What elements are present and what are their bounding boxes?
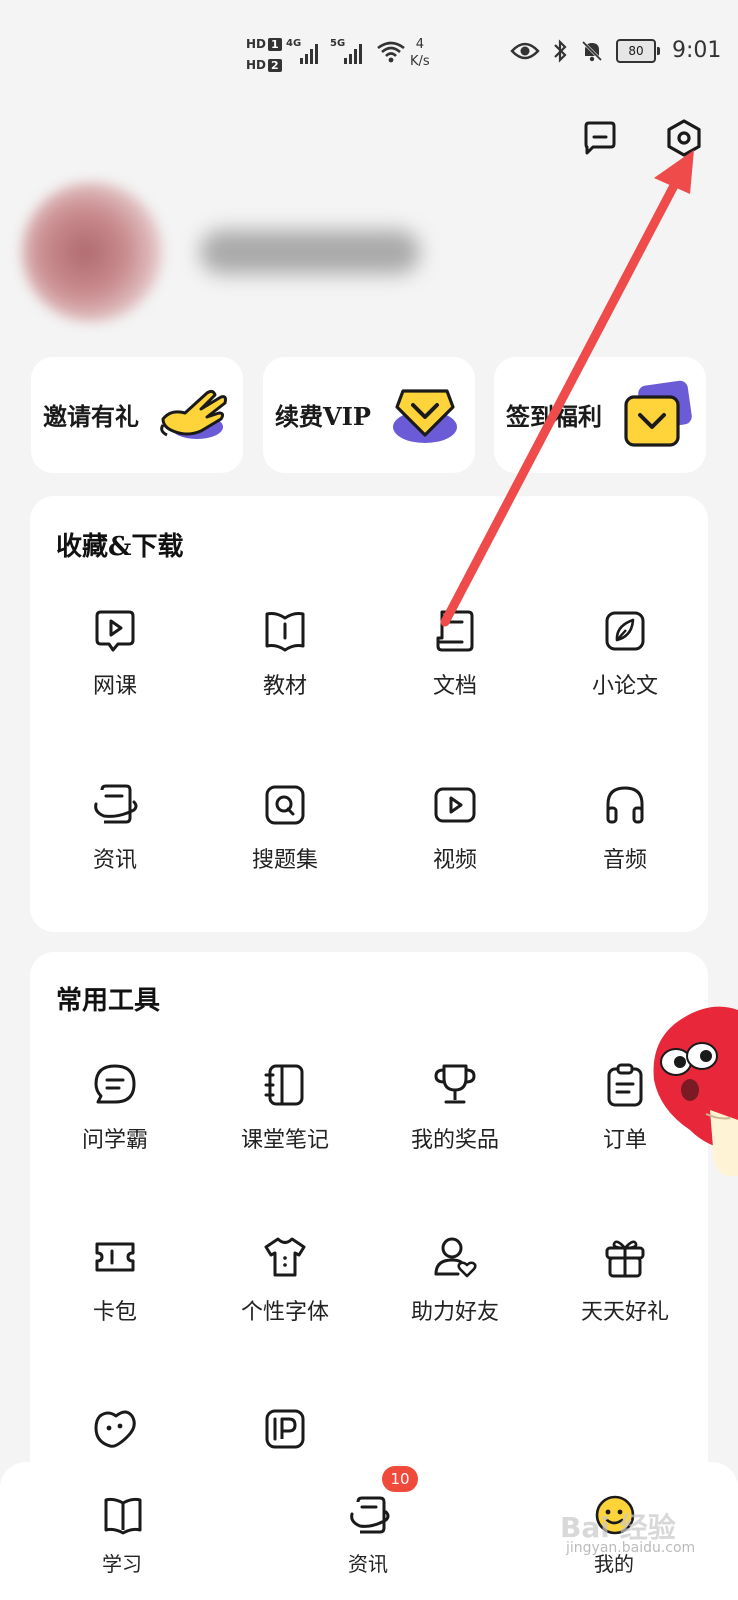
grid-item-label: 教材 bbox=[262, 674, 307, 699]
grid-item-label: 天天好礼 bbox=[580, 1300, 669, 1325]
grid-item-label: 课堂笔记 bbox=[240, 1128, 329, 1153]
grid-item-document[interactable]: 文档 bbox=[370, 608, 540, 728]
grid-item-question-set[interactable]: 搜题集 bbox=[200, 782, 370, 902]
promo-checkin[interactable]: 签到福利 bbox=[494, 357, 706, 473]
sim1-label: 1 bbox=[268, 38, 282, 51]
grid-item-label: 卡包 bbox=[92, 1300, 137, 1325]
sim2-label: 2 bbox=[268, 59, 282, 72]
headphones-icon bbox=[606, 786, 644, 824]
grid-item-my-prizes[interactable]: 我的奖品 bbox=[370, 1062, 540, 1182]
grid-item-label: 问学霸 bbox=[81, 1128, 148, 1153]
grid-item-custom-font[interactable]: 个性字体 bbox=[200, 1234, 370, 1354]
book-icon bbox=[265, 612, 305, 652]
promo-vip[interactable]: 续费VIP bbox=[263, 357, 475, 473]
eye-icon bbox=[510, 42, 540, 59]
net1-label: 4G bbox=[286, 38, 302, 49]
collect-card: 收藏&下载 网课 教材 文档 小论文 资讯 搜题集 视频 音频 bbox=[30, 496, 708, 932]
bluetooth-icon bbox=[554, 38, 567, 63]
sim-indicators: HD 1 HD 2 bbox=[246, 34, 282, 76]
tab-study-label: 学习 bbox=[102, 1552, 142, 1576]
speed-unit: K/s bbox=[410, 54, 430, 69]
grid-item-class-notes[interactable]: 课堂笔记 bbox=[200, 1062, 370, 1182]
search-question-icon bbox=[265, 785, 305, 825]
vip-badge-icon bbox=[393, 389, 457, 443]
grid-item-label: 视频 bbox=[432, 848, 477, 873]
tshirt-icon bbox=[264, 1237, 306, 1277]
settings-icon[interactable] bbox=[664, 118, 704, 158]
hd2-label: HD bbox=[246, 58, 267, 72]
promo-invite[interactable]: 邀请有礼 bbox=[31, 357, 243, 473]
wifi-icon bbox=[377, 41, 405, 63]
waving-hand-icon bbox=[160, 389, 227, 439]
user-heart-icon bbox=[434, 1237, 477, 1278]
battery-indicator: 80 bbox=[616, 38, 660, 63]
chat-icon bbox=[94, 1064, 136, 1104]
profile-header[interactable] bbox=[0, 158, 440, 338]
checkin-card-icon bbox=[624, 380, 692, 447]
net2-label: 5G bbox=[330, 38, 346, 49]
promo-invite-label: 邀请有礼 bbox=[43, 402, 139, 431]
grid-item-ask-expert[interactable]: 问学霸 bbox=[30, 1062, 200, 1182]
network-speed: 4 K/s bbox=[410, 36, 430, 70]
book-tab-icon bbox=[104, 1497, 142, 1535]
tab-news[interactable]: 资讯 bbox=[308, 1486, 428, 1596]
speed-value: 4 bbox=[415, 37, 424, 52]
grid-item-label: 音频 bbox=[602, 848, 647, 873]
grid-item-label: 网课 bbox=[92, 674, 137, 699]
news-badge: 10 bbox=[382, 1466, 418, 1492]
tab-study[interactable]: 学习 bbox=[62, 1486, 182, 1596]
grid-item-textbook[interactable]: 教材 bbox=[200, 608, 370, 728]
document-icon bbox=[436, 610, 474, 652]
bell-off-icon bbox=[581, 40, 603, 61]
pen-icon bbox=[605, 611, 645, 651]
grid-item-audio[interactable]: 音频 bbox=[540, 782, 710, 902]
grid-item-label: 资讯 bbox=[92, 848, 137, 873]
grid-item-daily-gift[interactable]: 天天好礼 bbox=[540, 1234, 710, 1354]
hd1-label: HD bbox=[246, 37, 267, 51]
gift-icon bbox=[605, 1240, 645, 1278]
status-bar: HD 1 HD 2 4G 5G 4 K/s 80 9:01 bbox=[0, 0, 738, 100]
grid-item-label: 个性字体 bbox=[240, 1300, 329, 1325]
grid-item-label: 小论文 bbox=[591, 674, 658, 699]
news-tab-icon bbox=[350, 1496, 390, 1534]
collect-title: 收藏&下载 bbox=[56, 532, 184, 562]
grid-item-label: 搜题集 bbox=[251, 848, 318, 873]
grid-item-label: 我的奖品 bbox=[410, 1128, 499, 1153]
notebook-icon bbox=[264, 1064, 304, 1106]
grid-item-news[interactable]: 资讯 bbox=[30, 782, 200, 902]
clock: 9:01 bbox=[672, 38, 722, 63]
grid-item-card-pack[interactable]: 卡包 bbox=[30, 1234, 200, 1354]
grid-item-label: 文档 bbox=[432, 674, 477, 699]
tools-title: 常用工具 bbox=[56, 986, 161, 1016]
clipboard-icon bbox=[607, 1063, 643, 1107]
promo-checkin-label: 签到福利 bbox=[506, 402, 602, 431]
grid-item-video[interactable]: 视频 bbox=[370, 782, 540, 902]
grid-item-label: 助力好友 bbox=[410, 1300, 499, 1325]
grid-item-essay[interactable]: 小论文 bbox=[540, 608, 710, 728]
tools-card: 常用工具 问学霸 课堂笔记 我的奖品 订单 卡包 个性字体 助力好友 天天好礼 bbox=[30, 952, 708, 1512]
promo-vip-label: 续费VIP bbox=[275, 402, 371, 431]
mascot-float-icon[interactable] bbox=[650, 1000, 738, 1180]
play-bubble-icon bbox=[95, 610, 135, 652]
grid-item-online-course[interactable]: 网课 bbox=[30, 608, 200, 728]
watermark-url: jingyan.baidu.com bbox=[566, 1540, 696, 1556]
message-icon[interactable] bbox=[580, 118, 620, 158]
ticket-icon bbox=[95, 1242, 135, 1272]
parking-card-icon bbox=[265, 1409, 305, 1449]
news-icon bbox=[94, 784, 138, 824]
grid-item-help-friends[interactable]: 助力好友 bbox=[370, 1234, 540, 1354]
trophy-icon bbox=[434, 1064, 476, 1104]
username-blurred bbox=[200, 230, 420, 274]
heart-face-icon bbox=[94, 1410, 136, 1448]
tab-news-label: 资讯 bbox=[348, 1552, 388, 1576]
video-icon bbox=[434, 787, 476, 823]
avatar[interactable] bbox=[22, 182, 162, 322]
